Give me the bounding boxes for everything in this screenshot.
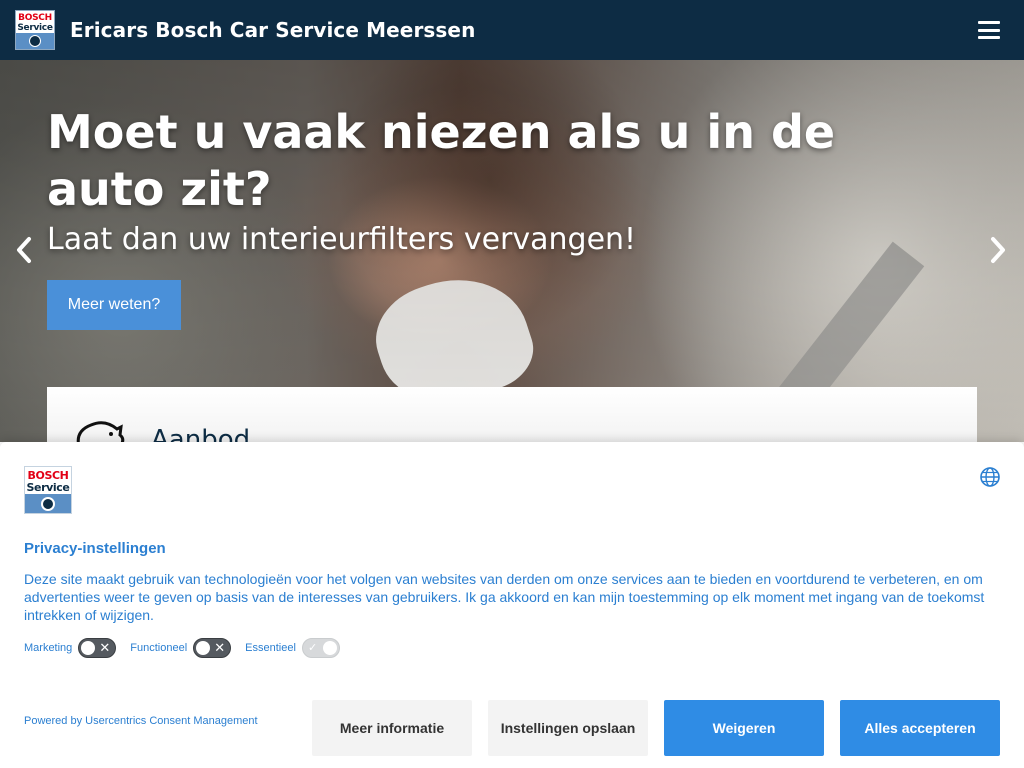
more-info-button[interactable]: Meer informatie <box>312 700 472 756</box>
bosch-service-logo[interactable]: BOSCH Service <box>15 10 55 50</box>
toggle-essentieel-label: Essentieel <box>245 642 296 654</box>
x-icon: ✕ <box>99 640 111 655</box>
logo-text-bosch: BOSCH <box>18 13 52 23</box>
aanbod-card[interactable]: Aanbod <box>47 387 977 455</box>
hero-subtitle: Laat dan uw interieurfilters vervangen! <box>47 222 637 257</box>
logo-text-service: Service <box>17 23 53 33</box>
powered-by-link[interactable]: Powered by Usercentrics Consent Manageme… <box>24 715 258 727</box>
toggle-marketing: Marketing ✕ <box>24 638 117 658</box>
toggle-essentieel: Essentieel ✓ <box>245 638 340 658</box>
x-icon: ✕ <box>214 640 226 655</box>
chevron-left-icon[interactable] <box>14 235 34 265</box>
toggle-functioneel-label: Functioneel <box>130 642 188 654</box>
marketing-switch[interactable]: ✕ <box>78 638 117 658</box>
hero-title: Moet u vaak niezen als u in de auto zit? <box>47 105 836 216</box>
save-settings-button[interactable]: Instellingen opslaan <box>488 700 648 756</box>
logo-emblem <box>16 33 54 49</box>
deny-button[interactable]: Weigeren <box>664 700 824 756</box>
toggle-functioneel: Functioneel ✕ <box>130 638 232 658</box>
site-header: BOSCH Service Ericars Bosch Car Service … <box>0 0 1024 60</box>
chevron-right-icon[interactable] <box>988 235 1008 265</box>
check-icon: ✓ <box>307 642 318 654</box>
consent-banner: BOSCH Service Privacy-instellingen Deze … <box>0 442 1024 768</box>
consent-logo-emblem <box>25 494 71 513</box>
globe-icon[interactable] <box>979 466 1001 488</box>
hero-slider: Moet u vaak niezen als u in de auto zit?… <box>0 60 1024 442</box>
meer-weten-button[interactable]: Meer weten? <box>47 280 181 330</box>
consent-logo-text-service: Service <box>26 481 70 494</box>
site-title[interactable]: Ericars Bosch Car Service Meerssen <box>70 18 475 42</box>
hamburger-icon[interactable] <box>978 21 1000 39</box>
functioneel-switch[interactable]: ✕ <box>193 638 232 658</box>
toggle-marketing-label: Marketing <box>24 642 73 654</box>
accept-all-button[interactable]: Alles accepteren <box>840 700 1000 756</box>
privacy-settings-title: Privacy-instellingen <box>24 540 166 557</box>
privacy-description: Deze site maakt gebruik van technologieë… <box>24 571 985 623</box>
consent-toggles: Marketing ✕ Functioneel ✕ Essentieel ✓ <box>24 638 354 658</box>
consent-bosch-logo: BOSCH Service <box>24 466 72 514</box>
essentieel-switch: ✓ <box>301 638 340 658</box>
